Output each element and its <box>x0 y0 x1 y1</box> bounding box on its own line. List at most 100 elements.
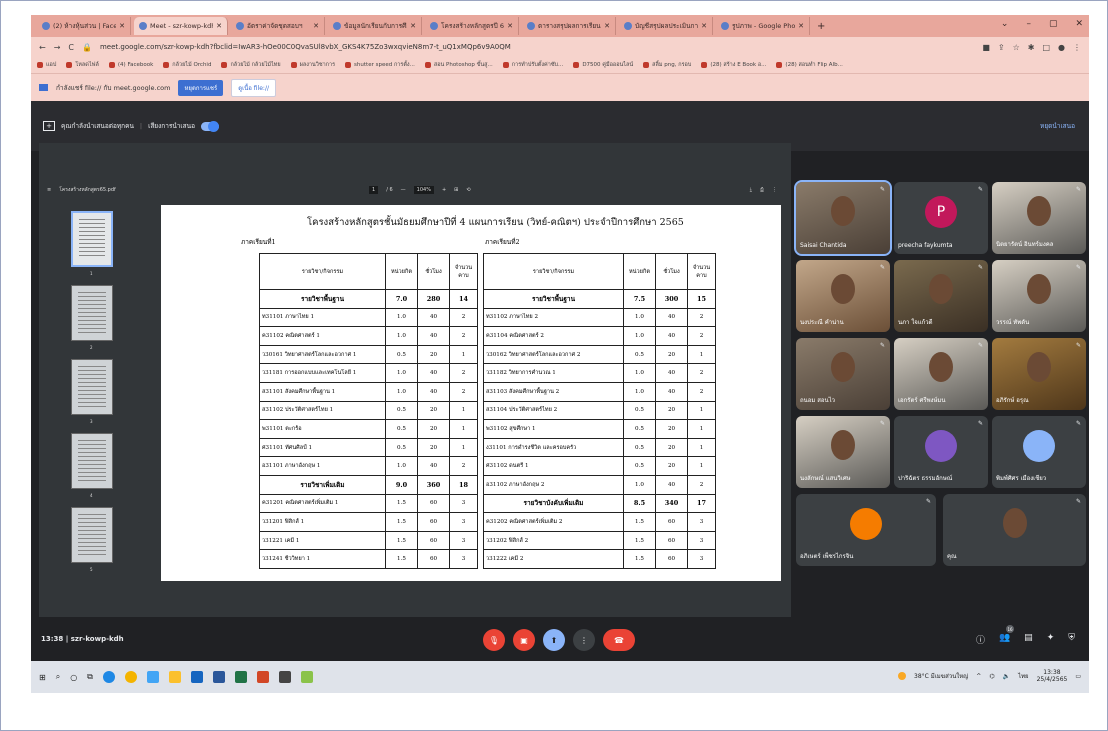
bookmark-item[interactable]: การทำปรับตั้งค่าซับ... <box>502 61 563 69</box>
close-tab-icon[interactable]: ✕ <box>313 22 319 30</box>
chat-icon[interactable]: ▤ <box>1024 633 1033 646</box>
bookmark-item[interactable]: (28) สร้าง E Book อ... <box>701 61 766 69</box>
end-call-button[interactable]: ☎ <box>603 629 635 651</box>
camera-off-button[interactable]: ▣ <box>513 629 535 651</box>
browser-tab[interactable]: Meet - szr-kowp-kdh ✕ <box>134 17 228 35</box>
participant-tile[interactable]: ✎ นิตยารัตน์ อินทร์มงคล <box>992 182 1086 254</box>
browser-tab[interactable]: ตารางสรุปผลการเรียน ✕ <box>522 17 616 35</box>
start-icon[interactable]: ⊞ <box>39 673 46 682</box>
participant-tile[interactable]: ✎ ปาริฉัตร ธรรมอักษณ์ <box>894 416 988 488</box>
bookmark-item[interactable]: โหลดไฟล์ <box>66 61 99 69</box>
extensions-icon[interactable]: ✱ <box>1028 43 1035 52</box>
bookmark-item[interactable]: กล้วยไม้ Orchid <box>163 61 211 69</box>
host-controls-icon[interactable]: ⛨ <box>1068 633 1075 646</box>
bookmark-item[interactable]: (28) สอนทำ Flip Alb... <box>776 61 843 69</box>
browser-tab[interactable]: รูปภาพ - Google Photos✕ <box>716 17 810 35</box>
participant-tile[interactable]: ✎ นภา ใจแก้วดี <box>894 260 988 332</box>
fit-page-icon[interactable]: ⊞ <box>454 187 458 193</box>
page-thumbnail[interactable] <box>71 433 113 489</box>
close-tab-icon[interactable]: ✕ <box>507 22 513 30</box>
close-tab-icon[interactable]: ✕ <box>119 22 125 30</box>
bookmark-item[interactable]: (4) Facebook <box>108 62 153 68</box>
present-button[interactable]: ⬆ <box>543 629 565 651</box>
participant-tile[interactable]: ✎ อภิรักษ์ อรุณ <box>992 338 1086 410</box>
browser-tab[interactable]: อัตราค่าจัดชุดสอบฯ ✕ <box>231 17 325 35</box>
close-tab-icon[interactable]: ✕ <box>701 22 707 30</box>
participant-tile[interactable]: ✎ วรรณ์ ทัพดัน <box>992 260 1086 332</box>
info-icon[interactable]: ⓘ <box>976 633 985 646</box>
pdf-menu-icon[interactable]: ≡ <box>47 187 51 193</box>
menu-icon[interactable]: ⋮ <box>1073 43 1081 52</box>
volume-icon[interactable]: 🔈 <box>1003 673 1010 680</box>
url-field[interactable]: meet.google.com/szr-kowp-kdh?fbclid=IwAR… <box>100 43 511 51</box>
bookmark-item[interactable]: สอน Photoshop ขั้นสู... <box>424 61 493 69</box>
store-icon[interactable] <box>190 671 203 683</box>
bookmark-item[interactable]: กล้วยไม้ กล้วยไม้ไทย <box>221 61 281 69</box>
participant-tile[interactable]: ✎ ถนอม สอนไว <box>796 338 890 410</box>
word-icon[interactable] <box>212 671 225 683</box>
forward-icon[interactable]: → <box>54 43 61 52</box>
search-icon[interactable]: ⌕ <box>56 672 60 682</box>
close-tab-icon[interactable]: ✕ <box>798 22 804 30</box>
participant-tile[interactable]: ✎ อภิเษตร์ เพ็ชรไกรจิน <box>796 494 936 566</box>
back-icon[interactable]: ← <box>39 43 46 52</box>
notifications-icon[interactable]: ▭ <box>1075 673 1081 680</box>
page-thumbnail[interactable] <box>71 285 113 341</box>
minimize-icon[interactable]: – <box>1026 19 1031 29</box>
bookmark-item[interactable]: สลิ้ม png, กรอบ <box>643 61 691 69</box>
ie-icon[interactable] <box>146 671 159 683</box>
participant-tile[interactable]: ✎ Saisai Chantida <box>794 180 892 256</box>
lock-icon[interactable]: 🔒 <box>82 43 92 52</box>
language-indicator[interactable]: ไทย <box>1018 671 1029 681</box>
browser-tab[interactable]: โครงสร้างหลักสูตรปี 65 ✕ <box>425 17 519 35</box>
edge-icon[interactable] <box>102 671 115 683</box>
page-thumbnail[interactable] <box>71 359 113 415</box>
sidebar-icon[interactable]: □ <box>1042 43 1050 52</box>
file-explorer-icon[interactable] <box>168 671 181 683</box>
switch-tab-button[interactable]: ดูเนื้อ file:// <box>231 78 276 97</box>
rotate-icon[interactable]: ⟲ <box>466 187 470 193</box>
star-icon[interactable]: ☆ <box>1013 43 1020 52</box>
chevron-down-icon[interactable]: ⌄ <box>1001 19 1009 29</box>
page-thumbnail[interactable] <box>71 507 113 563</box>
clock-date[interactable]: 25/4/2565 <box>1037 676 1068 683</box>
clock-time[interactable]: 13:38 <box>1043 669 1060 676</box>
reload-icon[interactable]: C <box>68 43 74 52</box>
chrome-icon[interactable] <box>124 671 137 683</box>
more-icon[interactable]: ⋮ <box>772 187 777 193</box>
more-options-button[interactable]: ⋮ <box>573 629 595 651</box>
browser-tab[interactable]: บัญชีสรุปผลประเมินการศึกษา✕ <box>619 17 713 35</box>
stop-sharing-button[interactable]: หยุดการแชร์ <box>178 79 224 96</box>
maximize-icon[interactable]: ▢ <box>1049 19 1058 29</box>
page-thumbnail[interactable] <box>71 211 113 267</box>
participant-tile[interactable]: ✎ พิมพ์ศิศร เมืองเชียว <box>992 416 1086 488</box>
zoom-in-icon[interactable]: + <box>442 187 446 193</box>
chevron-up-icon[interactable]: ^ <box>976 673 981 680</box>
close-icon[interactable]: ✕ <box>1075 19 1083 29</box>
stop-presenting-button[interactable]: หยุดนำเสนอ <box>1040 121 1075 131</box>
bookmark-item[interactable]: แอป <box>37 61 56 69</box>
bookmark-item[interactable]: D7500 คู่มือออนไลน์ <box>573 61 633 69</box>
close-tab-icon[interactable]: ✕ <box>216 22 222 30</box>
share-icon[interactable]: ⇪ <box>998 43 1005 52</box>
print-icon[interactable]: ⎙ <box>760 187 764 193</box>
participant-tile[interactable]: ✎ เอกรัตร์ ศรีพงษ์มน <box>894 338 988 410</box>
download-icon[interactable]: ⤓ <box>750 187 752 193</box>
participant-tile[interactable]: ✎ คุณ <box>943 494 1086 566</box>
bookmark-item[interactable]: ผลงานวิชาการ <box>290 61 335 69</box>
mic-off-button[interactable]: 🎙 <box>483 629 505 651</box>
browser-tab[interactable]: ข้อมูลนักเรียนกับการศึกษา✕ <box>328 17 422 35</box>
bookmark-item[interactable]: shutter speed การตั้ง... <box>345 61 415 69</box>
cortana-icon[interactable]: ○ <box>70 673 77 682</box>
browser-tab[interactable]: (2) ห้างหุ้นส่วน | Facebook✕ <box>37 17 131 35</box>
network-icon[interactable]: ⌬ <box>989 673 994 680</box>
participant-tile[interactable]: P ✎ preecha faykumta <box>894 182 988 254</box>
app-icon[interactable] <box>278 671 291 683</box>
close-tab-icon[interactable]: ✕ <box>410 22 416 30</box>
paint-icon[interactable] <box>300 671 313 683</box>
people-icon[interactable]: 👥 <box>999 633 1010 646</box>
close-tab-icon[interactable]: ✕ <box>604 22 610 30</box>
zoom-input[interactable]: 104% <box>413 186 434 194</box>
new-tab-button[interactable]: + <box>813 21 829 32</box>
participant-tile[interactable]: ✎ นงลักษณ์ แสนวิเศษ <box>796 416 890 488</box>
